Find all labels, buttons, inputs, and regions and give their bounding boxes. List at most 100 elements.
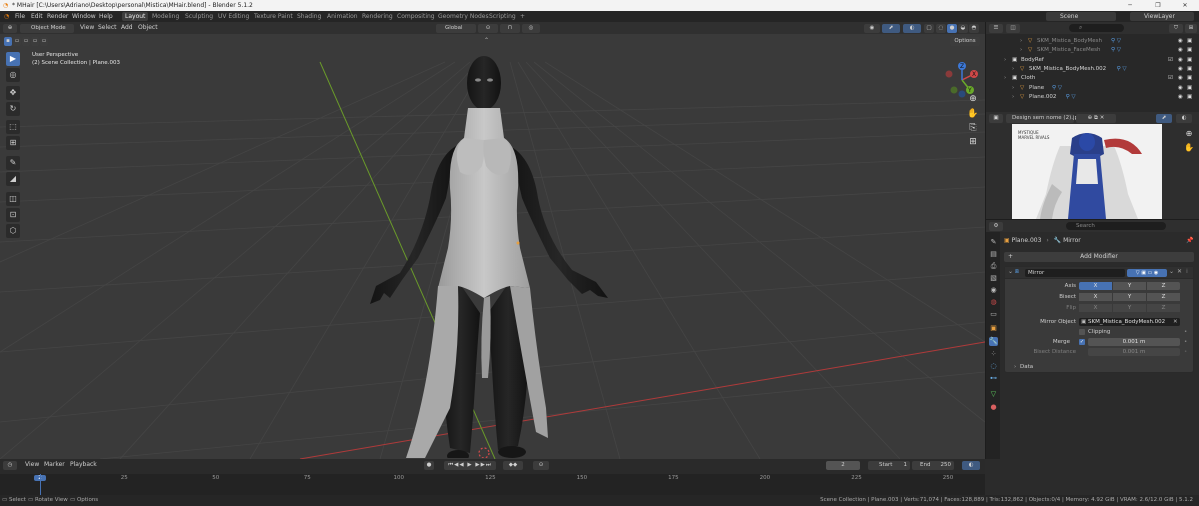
outliner-row[interactable]: › ▽ Plane ⚲ ▽ ◉ ▣ bbox=[1000, 84, 1194, 93]
menu-file[interactable]: File bbox=[15, 11, 25, 22]
scene-tab-icon[interactable]: ◉ bbox=[989, 286, 998, 295]
bisect-distance-decorator-icon[interactable]: • bbox=[1184, 347, 1187, 357]
expand-arrow-icon[interactable]: › bbox=[1012, 93, 1014, 102]
menu-help[interactable]: Help bbox=[99, 11, 113, 22]
workspace-tab-modeling[interactable]: Modeling bbox=[149, 12, 182, 21]
options-dropdown[interactable]: Options bbox=[950, 37, 980, 46]
object-tab-icon[interactable]: ▣ bbox=[989, 324, 998, 333]
new-collection-icon[interactable]: ⊞ bbox=[1185, 24, 1197, 33]
close-button[interactable]: ✕ bbox=[1172, 0, 1198, 11]
render-visibility-icon[interactable]: ▣ bbox=[1187, 84, 1192, 93]
modifier-visibility-toggles[interactable]: ▽ ▣ ▭ ◉ bbox=[1127, 269, 1167, 277]
bisect-z-toggle[interactable]: Z bbox=[1147, 293, 1180, 301]
collapse-chevron-icon[interactable]: ⌄ bbox=[1008, 268, 1013, 275]
ortho-toggle-icon[interactable]: ⊞ bbox=[966, 137, 980, 151]
maximize-button[interactable]: ❐ bbox=[1145, 0, 1171, 11]
mirror-object-clear-icon[interactable]: ✕ bbox=[1173, 317, 1178, 327]
image-editor-type-icon[interactable]: ▣ bbox=[989, 114, 1003, 123]
select-intersect-icon[interactable]: ▫ bbox=[40, 37, 48, 46]
editor-type-3d-icon[interactable]: ⊕ bbox=[3, 24, 17, 33]
timeline-view-icon[interactable]: ◐ bbox=[962, 461, 980, 470]
merge-decorator-icon[interactable]: • bbox=[1184, 337, 1187, 347]
tool-annotate[interactable]: ✎ bbox=[6, 156, 20, 170]
data-subpanel-header[interactable]: › Data bbox=[1004, 362, 1190, 372]
outliner-row[interactable]: › ▽ SKM_Mistica_BodyMesh ⚲ ▽ ◉ ▣ bbox=[1000, 37, 1194, 46]
expand-arrow-icon[interactable]: › bbox=[1020, 46, 1022, 55]
character-model[interactable] bbox=[360, 48, 630, 458]
timeline-menu-playback[interactable]: Playback bbox=[70, 459, 97, 471]
bisect-x-toggle[interactable]: X bbox=[1079, 293, 1112, 301]
bisect-y-toggle[interactable]: Y bbox=[1113, 293, 1146, 301]
workspace-tab-rendering[interactable]: Rendering bbox=[359, 12, 396, 21]
eye-visibility-icon[interactable]: ◉ bbox=[1178, 37, 1183, 46]
proportional-edit-icon[interactable]: ◎ bbox=[522, 24, 540, 33]
xray-icon[interactable]: ▢ bbox=[924, 24, 934, 33]
end-frame-field[interactable]: End 250 bbox=[912, 461, 954, 470]
workspace-tab-geometry-nodes[interactable]: Geometry Nodes bbox=[435, 12, 492, 21]
workspace-tab-texture-paint[interactable]: Texture Paint bbox=[251, 12, 296, 21]
axis-x-toggle[interactable]: X bbox=[1079, 282, 1112, 290]
pin-icon[interactable]: 📌 bbox=[1186, 236, 1193, 246]
properties-search-input[interactable]: Search bbox=[1066, 222, 1166, 230]
expand-arrow-icon[interactable]: › bbox=[1004, 56, 1006, 65]
flip-z-toggle[interactable]: Z bbox=[1147, 304, 1180, 312]
minimize-button[interactable]: ─ bbox=[1117, 0, 1143, 11]
tool-tab-icon[interactable]: ✎ bbox=[989, 238, 998, 247]
timeline-menu-marker[interactable]: Marker bbox=[44, 459, 65, 471]
render-visibility-icon[interactable]: ▣ bbox=[1187, 65, 1192, 74]
viewport-menu-select[interactable]: Select bbox=[98, 22, 117, 34]
image-pan-icon[interactable]: ✋ bbox=[1183, 143, 1195, 155]
pan-hand-icon[interactable]: ✋ bbox=[966, 109, 980, 123]
workspace-tab-scripting[interactable]: Scripting bbox=[486, 12, 519, 21]
select-new-icon[interactable]: ▪ bbox=[4, 37, 12, 46]
image-slot-icons[interactable]: ⊕ ⧉ ✕ bbox=[1076, 114, 1116, 123]
timeline-editor-type-icon[interactable]: ◷ bbox=[3, 461, 17, 470]
viewport-menu-object[interactable]: Object bbox=[138, 22, 158, 34]
modifier-tab-icon[interactable]: 🔧 bbox=[989, 337, 998, 346]
flip-y-toggle[interactable]: Y bbox=[1113, 304, 1146, 312]
camera-view-icon[interactable]: ⎘ bbox=[966, 123, 980, 137]
clipping-checkbox[interactable] bbox=[1079, 329, 1085, 335]
playback-controls[interactable]: ⏮◀◀ ▶ ▶▶⏭ bbox=[444, 461, 496, 470]
add-modifier-button[interactable]: + Add Modifier bbox=[1004, 252, 1194, 262]
properties-editor-type-icon[interactable]: ⚙ bbox=[989, 222, 1003, 231]
output-tab-icon[interactable]: ⎙ bbox=[989, 262, 998, 271]
outliner-editor-type-icon[interactable]: ☰ bbox=[989, 24, 1003, 33]
view-layer-tab-icon[interactable]: ▧ bbox=[989, 274, 998, 283]
overlay-toggle-icon[interactable]: ◐ bbox=[903, 24, 921, 33]
workspace-tab-layout[interactable]: Layout bbox=[122, 12, 149, 21]
expand-arrow-icon[interactable]: › bbox=[1020, 37, 1022, 46]
filter-icon[interactable]: ⛉ bbox=[1169, 24, 1183, 33]
viewport-menu-add[interactable]: Add bbox=[121, 22, 133, 34]
render-visibility-icon[interactable]: ▣ bbox=[1187, 93, 1192, 102]
select-invert-icon[interactable]: ▫ bbox=[31, 37, 39, 46]
auto-keying-icon[interactable]: ⊙ bbox=[533, 461, 549, 470]
workspace-tab-sculpting[interactable]: Sculpting bbox=[182, 12, 216, 21]
merge-checkbox[interactable]: ✓ bbox=[1079, 339, 1085, 345]
eye-visibility-icon[interactable]: ◉ bbox=[1178, 74, 1183, 83]
timeline-ruler[interactable]: 2255075100125150175200225250 bbox=[0, 474, 985, 495]
keyframe-nav-icon[interactable]: ◆◆ bbox=[503, 461, 523, 470]
tool-add-cube[interactable]: ◫ bbox=[6, 192, 20, 206]
tool-rotate[interactable]: ↻ bbox=[6, 102, 20, 116]
render-visibility-icon[interactable]: ▣ bbox=[1187, 46, 1192, 55]
workspace-tab-shading[interactable]: Shading bbox=[294, 12, 324, 21]
expand-arrow-icon[interactable]: › bbox=[1004, 74, 1006, 83]
constraints-tab-icon[interactable]: ⊷ bbox=[989, 374, 998, 383]
axis-y-toggle[interactable]: Y bbox=[1113, 282, 1146, 290]
tool-spin[interactable]: ⬡ bbox=[6, 224, 20, 238]
modifier-remove-icon[interactable]: ✕ bbox=[1177, 268, 1182, 275]
outliner-row[interactable]: › ▣ Cloth ☑ ◉ ▣ bbox=[1000, 74, 1194, 83]
image-zoom-icon[interactable]: ⊕ bbox=[1183, 129, 1195, 141]
blender-menu-icon[interactable]: ◔ bbox=[4, 11, 9, 22]
mode-dropdown[interactable]: Object Mode bbox=[20, 24, 74, 33]
expand-arrow-icon[interactable]: › bbox=[1012, 84, 1014, 93]
eye-visibility-icon[interactable]: ◉ bbox=[1178, 56, 1183, 65]
display-mode-icon[interactable]: ◫ bbox=[1006, 24, 1020, 33]
tool-select-box[interactable]: ▶ bbox=[6, 52, 20, 66]
expand-arrow-icon[interactable]: › bbox=[1012, 65, 1014, 74]
eye-visibility-icon[interactable]: ◉ bbox=[1178, 46, 1183, 55]
snap-icon[interactable]: ⊓ bbox=[500, 24, 520, 33]
render-visibility-icon[interactable]: ▣ bbox=[1187, 56, 1192, 65]
eye-visibility-icon[interactable]: ◉ bbox=[1178, 93, 1183, 102]
